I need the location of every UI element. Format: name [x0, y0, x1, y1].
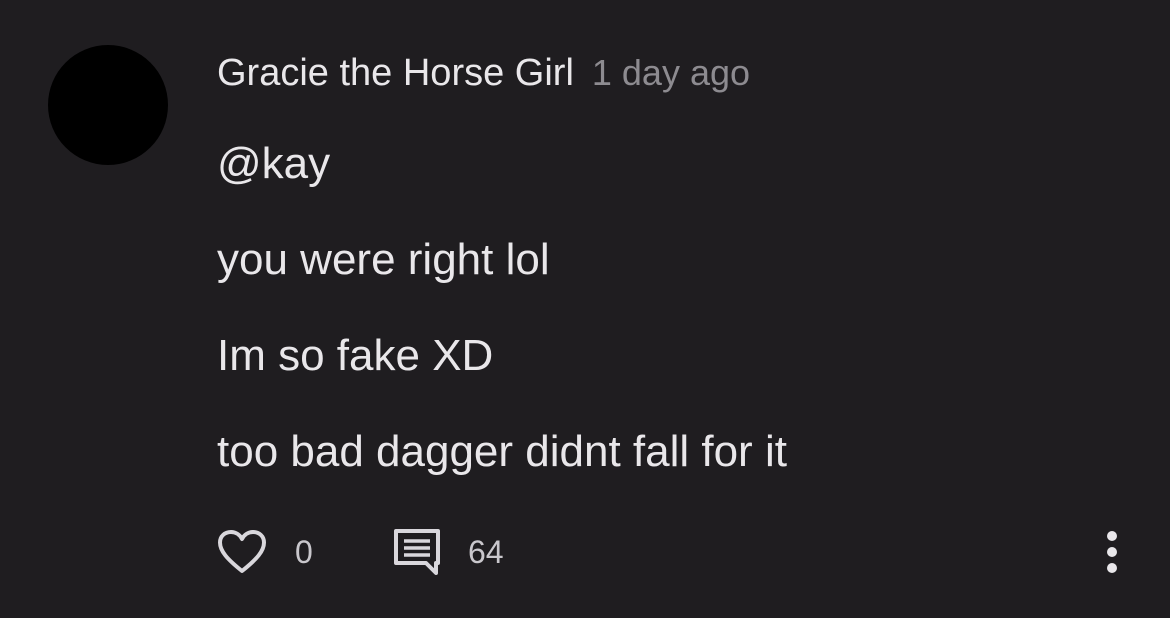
comment-line: @kay — [217, 139, 331, 188]
comment-icon — [394, 529, 440, 575]
comment-body: @kay you were right lol Im so fake XD to… — [217, 140, 787, 524]
comment-header: Gracie the Horse Girl 1 day ago — [217, 52, 750, 95]
comment-actions: 0 64 — [217, 527, 1137, 577]
comment-card: Gracie the Horse Girl 1 day ago @kay you… — [0, 0, 1170, 618]
like-button[interactable]: 0 — [217, 527, 313, 577]
timestamp: 1 day ago — [591, 52, 751, 93]
avatar[interactable] — [48, 45, 168, 165]
reply-count: 64 — [468, 533, 504, 570]
comment-line: you were right lol — [217, 235, 550, 284]
heart-icon — [218, 530, 266, 573]
reply-button[interactable]: 64 — [392, 527, 504, 577]
author-name[interactable]: Gracie the Horse Girl — [217, 52, 574, 95]
more-vertical-icon — [1107, 531, 1117, 573]
comment-line: Im so fake XD — [217, 331, 494, 380]
like-count: 0 — [295, 533, 313, 570]
more-options-button[interactable] — [1087, 527, 1137, 577]
comment-line: too bad dagger didnt fall for it — [217, 427, 787, 476]
